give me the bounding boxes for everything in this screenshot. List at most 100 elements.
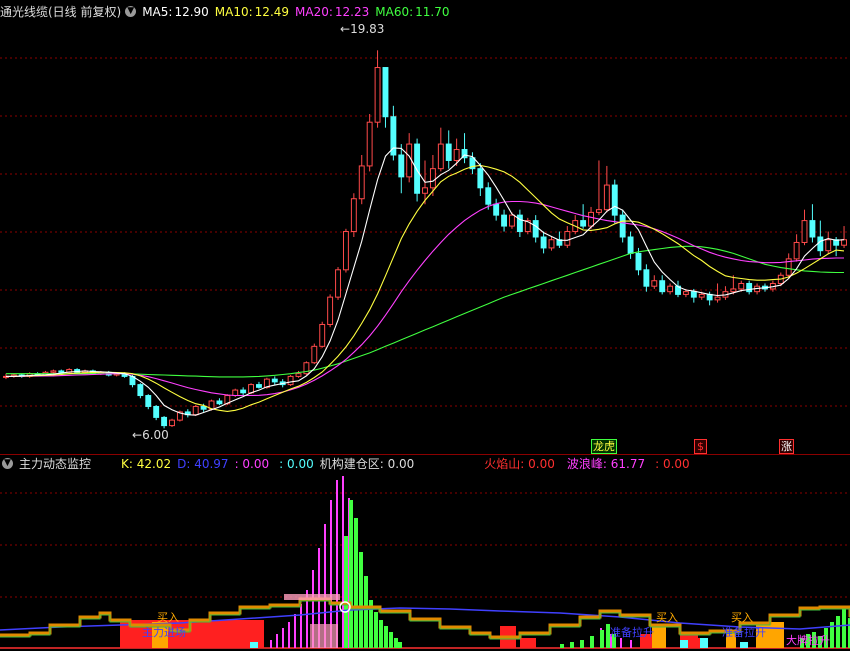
candle-up	[358, 165, 365, 200]
cyan-block	[740, 642, 748, 648]
candle-down	[540, 236, 547, 249]
green-bar	[836, 616, 840, 648]
candle-up	[366, 121, 373, 167]
candle-up	[192, 405, 199, 416]
candle-down	[200, 405, 207, 410]
green-bar	[349, 500, 353, 648]
candle-up	[667, 285, 674, 293]
candle-down	[445, 143, 452, 161]
chevron-down-icon[interactable]: ▼	[2, 458, 13, 469]
green-bar	[379, 620, 383, 648]
candle-down	[398, 154, 405, 178]
ma60-label: MA60:	[375, 5, 414, 19]
candle-down	[161, 416, 168, 427]
candle-down	[635, 252, 642, 271]
ma60-value: 11.70	[415, 5, 450, 19]
v3-value: : 0.00	[655, 457, 690, 471]
stock-title[interactable]: 通光线缆(日线 前复权)	[0, 5, 121, 19]
pink-block	[310, 624, 338, 648]
candle-up	[651, 280, 658, 287]
candle-up	[422, 187, 428, 194]
prepare-rise-label-2: 准备拉升	[722, 626, 766, 639]
candle-down	[706, 293, 713, 301]
orange-block	[652, 626, 666, 648]
candle-down	[746, 282, 753, 293]
event-tag-zhang[interactable]: 涨	[779, 439, 794, 454]
candle-up	[509, 214, 515, 227]
ma10-label: MA10:	[214, 5, 253, 19]
cyan-block	[680, 640, 688, 648]
candle-down	[643, 269, 650, 287]
green-bar	[398, 642, 402, 648]
candle-up	[453, 149, 460, 161]
big-rise-label: 大牌拉升	[786, 634, 830, 647]
ma5-value: 12.90	[174, 5, 209, 19]
candle-down	[627, 236, 634, 254]
ma20-label: MA20:	[295, 5, 333, 19]
candle-down	[58, 370, 65, 373]
candle-down	[516, 214, 523, 233]
candle-down	[817, 236, 824, 252]
candle-down	[477, 168, 484, 189]
candle-up	[327, 296, 334, 325]
candle-up	[295, 373, 302, 377]
candle-down	[382, 67, 389, 118]
green-bar	[359, 552, 363, 648]
candle-down	[271, 378, 278, 383]
magenta-bar	[630, 640, 632, 648]
red-block	[226, 642, 230, 648]
d-value: D: 40.97	[177, 457, 229, 471]
price-chart[interactable]	[0, 22, 850, 454]
red-block	[520, 638, 536, 648]
buy-label-2: 买入	[656, 611, 678, 624]
cyan-block	[250, 642, 258, 648]
magenta-bar	[276, 634, 278, 648]
magenta-bar	[282, 628, 284, 648]
candle-up	[801, 220, 808, 243]
candle-down	[240, 389, 247, 394]
candle-up	[319, 323, 326, 347]
green-bar	[354, 518, 358, 648]
huoyan-value: 火焰山: 0.00	[484, 457, 555, 471]
candle-up	[374, 67, 381, 123]
candle-up	[730, 288, 737, 293]
k-value: K: 42.02	[121, 457, 172, 471]
candle-up	[429, 168, 436, 189]
indicator-header: ▼ 主力动态监控 K: 42.02 D: 40.97: 0.00: 0.00 机构建仓区…	[0, 455, 696, 473]
candle-up	[793, 241, 800, 260]
green-bar	[560, 644, 564, 648]
buy-label-3: 买入	[731, 611, 753, 624]
green-bar	[389, 632, 393, 648]
ma5-label: MA5:	[142, 5, 173, 19]
candle-down	[256, 384, 262, 388]
candle-up	[682, 291, 689, 295]
chevron-down-icon[interactable]: ▼	[125, 6, 137, 17]
candle-up	[714, 296, 721, 301]
candle-down	[501, 214, 508, 227]
event-tag-longhu[interactable]: 龙虎	[591, 439, 617, 454]
green-bar	[600, 630, 604, 648]
candle-up	[564, 231, 571, 246]
candle-down	[532, 220, 539, 238]
candle-up	[841, 239, 847, 246]
candle-up	[232, 389, 239, 397]
event-tag-dollar[interactable]: $	[694, 439, 707, 454]
candle-down	[153, 405, 160, 418]
green-bar	[590, 636, 594, 648]
low-price-label: ←6.00	[132, 428, 169, 442]
green-bar	[842, 608, 846, 648]
prepare-rise-label-1: 准备拉升	[610, 626, 654, 639]
indicator-title[interactable]: 主力动态监控	[19, 457, 91, 471]
magenta-bar	[300, 604, 302, 648]
candle-up	[825, 239, 832, 252]
green-bar	[384, 626, 388, 648]
main-chart-header: 通光线缆(日线 前复权) ▼ MA5: 12.90 MA10: 12.49 MA20: 12.…	[0, 3, 456, 21]
candle-down	[493, 203, 500, 216]
magenta-bar	[270, 640, 272, 648]
magenta-bar	[336, 480, 338, 648]
main-force-label: 主力进场	[142, 626, 186, 639]
candle-down	[659, 280, 666, 293]
ma10-value: 12.49	[254, 5, 290, 19]
candle-up	[698, 293, 705, 298]
green-bar	[344, 536, 348, 648]
